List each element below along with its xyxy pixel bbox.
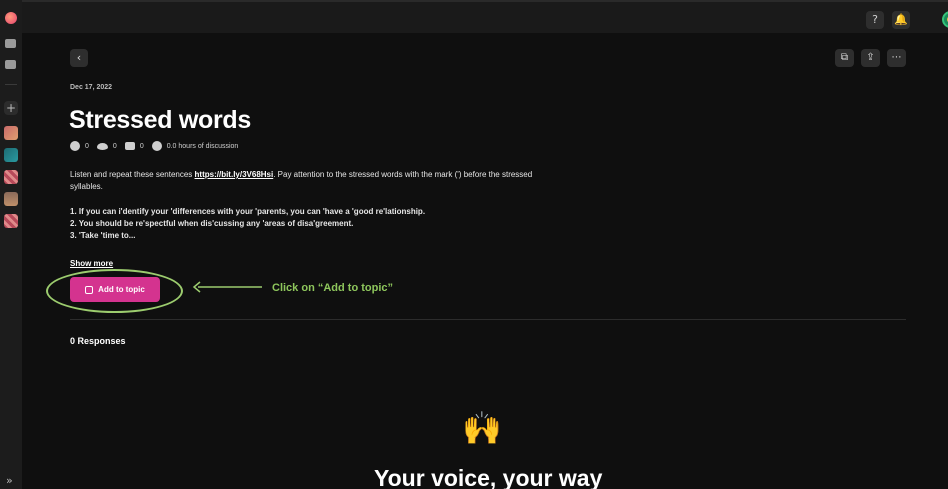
hours-stat: 0.0 hours of discussion (151, 141, 239, 151)
page-title: Stressed words (69, 106, 251, 134)
views-stat: 0 (96, 142, 117, 150)
top-bar: ? 🔔 (22, 0, 948, 33)
channel-thumbnail[interactable] (4, 148, 18, 162)
plays-count: 0 (85, 142, 89, 150)
expand-icon[interactable]: » (6, 474, 13, 487)
comments-stat: 0 (124, 142, 144, 150)
add-channel-button[interactable]: + (4, 101, 18, 115)
description-link[interactable]: https://bit.ly/3V68Hsi (195, 170, 274, 179)
hours-text: 0.0 hours of discussion (166, 142, 239, 150)
post-description: Listen and repeat these sentences https:… (70, 170, 533, 191)
sentence-list: 1. If you can i'dentify your 'difference… (70, 206, 570, 242)
back-button[interactable]: ‹ (70, 49, 88, 67)
views-count: 0 (112, 142, 117, 150)
channel-thumbnail[interactable] (4, 192, 18, 206)
help-icon[interactable]: ? (866, 11, 884, 29)
comments-count: 0 (139, 142, 144, 150)
comment-icon (124, 142, 135, 150)
list-item: 1. If you can i'dentify your 'difference… (70, 207, 426, 216)
camera-icon[interactable] (5, 39, 16, 48)
play-icon (70, 141, 80, 151)
raised-hands-icon: 🙌 (462, 409, 502, 447)
post-date: Dec 17, 2022 (70, 84, 113, 91)
left-rail: + » (0, 0, 22, 489)
bell-icon[interactable]: 🔔 (892, 11, 910, 29)
channel-thumbnail[interactable] (4, 126, 18, 140)
more-icon[interactable]: ⋯ (887, 49, 906, 67)
post-stats: 0 0 0 0.0 hours of discussion (70, 141, 246, 151)
rail-divider (5, 84, 17, 85)
plays-stat: 0 (70, 141, 89, 151)
eye-icon (96, 142, 108, 150)
annotation-hint: Click on “Add to topic” (272, 282, 393, 294)
bookmark-icon[interactable]: ⧉ (835, 49, 854, 67)
responses-count: 0 Responses (70, 336, 126, 346)
divider (70, 319, 906, 320)
clock-icon (151, 141, 162, 151)
show-more-link[interactable]: Show more (70, 259, 113, 268)
list-item: 2. You should be re'spectful when dis'cu… (70, 219, 354, 228)
channel-thumbnail[interactable] (4, 170, 18, 184)
list-item: 3. 'Take 'time to... (70, 231, 136, 240)
avatar[interactable] (942, 11, 948, 28)
arrow-icon (192, 281, 262, 293)
channel-thumbnail[interactable] (4, 214, 18, 228)
main-content: ‹ ⧉ ⇪ ⋯ Dec 17, 2022 Stressed words 0 0 … (22, 33, 948, 489)
topic-icon (85, 285, 94, 294)
logo-icon[interactable] (5, 12, 17, 24)
share-icon[interactable]: ⇪ (861, 49, 880, 67)
add-to-topic-label: Add to topic (98, 285, 145, 294)
add-to-topic-button[interactable]: Add to topic (70, 277, 160, 302)
video-icon[interactable] (5, 60, 16, 69)
empty-state-heading: Your voice, your way (374, 465, 603, 489)
